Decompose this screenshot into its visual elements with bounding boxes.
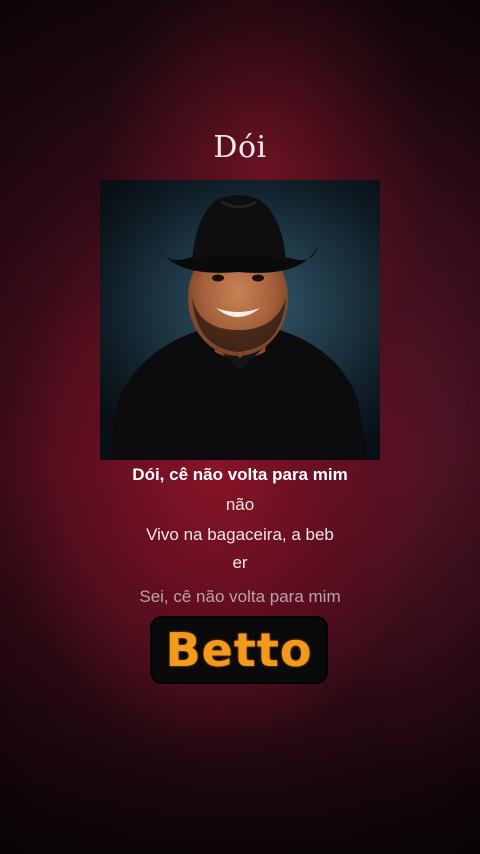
lyric-line-active: Dói, cê não volta para mim: [132, 465, 348, 484]
lyric-line-upcoming: Sei, cê não volta para mim: [139, 587, 341, 606]
brand-name: Betto: [165, 623, 313, 677]
song-title: Dói: [213, 130, 267, 165]
lyric-line: não: [225, 495, 255, 514]
lyric-line: er: [232, 553, 248, 572]
lyric-line: Vivo na bagaceira, a beb: [146, 525, 334, 544]
brand-logo: Betto: [152, 618, 326, 682]
artist-portrait-icon: [110, 195, 368, 460]
album-cover: [100, 180, 380, 460]
